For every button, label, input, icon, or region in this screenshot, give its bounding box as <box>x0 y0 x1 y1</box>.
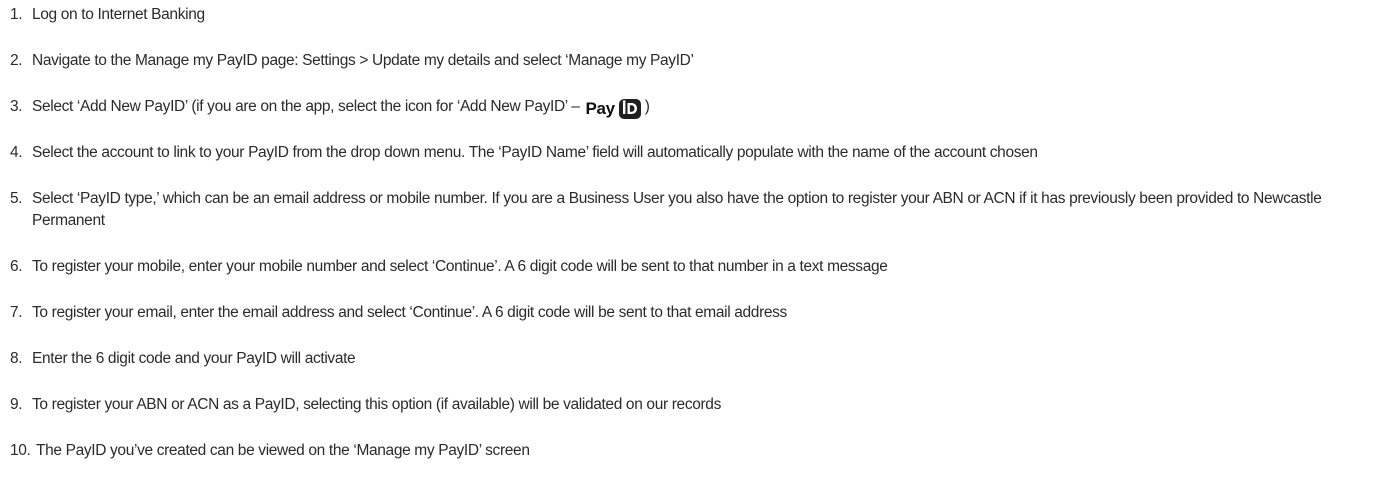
step-text: To register your mobile, enter your mobi… <box>32 258 888 275</box>
step-text: Navigate to the Manage my PayID page: Se… <box>32 52 694 69</box>
step-10: 10. The PayID you’ve created can be view… <box>10 440 1395 462</box>
step-number: 1. <box>10 6 23 23</box>
step-text: The PayID you’ve created can be viewed o… <box>36 442 530 459</box>
step-suffix: ) <box>644 98 650 115</box>
step-2: 2. Navigate to the Manage my PayID page:… <box>10 50 1395 72</box>
step-7: 7. To register your email, enter the ema… <box>10 302 1395 324</box>
step-text: Select ‘PayID type,’ which can be an ema… <box>32 190 1322 229</box>
step-number: 7. <box>10 304 23 321</box>
step-text: Log on to Internet Banking <box>32 6 205 23</box>
step-number: 3. <box>10 98 23 115</box>
step-8: 8. Enter the 6 digit code and your PayID… <box>10 348 1395 370</box>
step-text: Enter the 6 digit code and your PayID wi… <box>32 350 356 367</box>
payid-logo-icon <box>618 99 641 119</box>
payid-logo: Pay <box>586 98 641 120</box>
step-number: 2. <box>10 52 23 69</box>
step-1: 1. Log on to Internet Banking <box>10 4 1395 26</box>
payid-logo-text: Pay <box>585 99 616 118</box>
step-number: 9. <box>10 396 23 413</box>
step-number: 5. <box>10 190 23 207</box>
step-4: 4. Select the account to link to your Pa… <box>10 142 1395 164</box>
step-text: To register your ABN or ACN as a PayID, … <box>32 396 721 413</box>
step-text: To register your email, enter the email … <box>32 304 787 321</box>
step-text: Select the account to link to your PayID… <box>32 144 1038 161</box>
step-9: 9. To register your ABN or ACN as a PayI… <box>10 394 1395 416</box>
step-3: 3. Select ‘Add New PayID’ (if you are on… <box>10 96 1395 120</box>
step-6: 6. To register your mobile, enter your m… <box>10 256 1395 278</box>
step-number: 10. <box>10 442 31 459</box>
step-5: 5. Select ‘PayID type,’ which can be an … <box>10 188 1395 232</box>
step-number: 8. <box>10 350 23 367</box>
step-text: Select ‘Add New PayID’ (if you are on th… <box>32 98 580 115</box>
payid-registration-steps: 1. Log on to Internet Banking 2. Navigat… <box>0 0 1398 495</box>
step-number: 6. <box>10 258 23 275</box>
step-body: Select ‘Add New PayID’ (if you are on th… <box>32 96 650 120</box>
step-number: 4. <box>10 144 23 161</box>
